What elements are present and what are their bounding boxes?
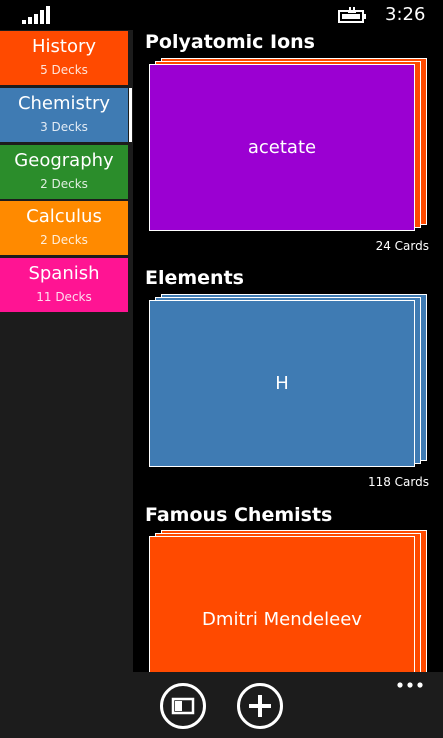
sidebar-item-count: 5 Decks — [40, 63, 88, 77]
card-count: 24 Cards — [375, 239, 429, 253]
sidebar-item-calculus[interactable]: Calculus 2 Decks — [0, 201, 128, 255]
selected-indicator — [129, 88, 132, 142]
sidebar-item-count: 2 Decks — [40, 233, 88, 247]
sidebar-item-label: History — [31, 36, 97, 57]
add-deck-button[interactable] — [237, 683, 283, 729]
sidebar-item-count: 3 Decks — [40, 120, 88, 134]
signal-bars-icon — [22, 6, 50, 24]
category-sidebar: History 5 Decks Chemistry 3 Decks Geogra… — [0, 30, 133, 672]
sidebar-item-history[interactable]: History 5 Decks — [0, 31, 128, 85]
sidebar-item-chemistry[interactable]: Chemistry 3 Decks — [0, 88, 132, 142]
sidebar-item-count: 2 Decks — [40, 177, 88, 191]
sidebar-item-label: Chemistry — [17, 93, 111, 114]
battery-charging-icon — [338, 7, 366, 23]
card-text: Dmitri Mendeleev — [202, 609, 362, 630]
deck-card-stack[interactable]: Dmitri Mendeleev — [149, 530, 427, 672]
deck-title: Famous Chemists — [145, 504, 333, 526]
card-front: acetate — [149, 64, 415, 231]
sidebar-item-spanish[interactable]: Spanish 11 Decks — [0, 258, 128, 312]
card-front: H — [149, 300, 415, 467]
sidebar-toggle-icon — [171, 697, 195, 715]
deck-card-stack[interactable]: H — [149, 294, 427, 467]
card-text: H — [275, 373, 289, 394]
card-count: 118 Cards — [367, 475, 429, 489]
sidebar-item-label: Calculus — [26, 206, 102, 227]
deck-title: Elements — [145, 267, 244, 289]
sidebar-item-count: 11 Decks — [36, 290, 92, 304]
status-bar: 3:26 — [0, 0, 443, 30]
phone-screen: 3:26 History 5 Decks Chemistry 3 Decks G… — [0, 0, 443, 738]
deck-list: Polyatomic Ions acetate 24 Cards Element… — [133, 30, 443, 672]
add-icon — [249, 695, 271, 717]
sidebar-item-label: Spanish — [28, 263, 100, 284]
sidebar-item-label: Geography — [14, 150, 114, 171]
card-text: acetate — [247, 137, 317, 158]
clock: 3:26 — [385, 4, 426, 25]
toggle-sidebar-button[interactable] — [160, 683, 206, 729]
sidebar-item-geography[interactable]: Geography 2 Decks — [0, 145, 128, 199]
deck-card-stack[interactable]: acetate — [149, 58, 427, 231]
app-bar — [0, 672, 443, 738]
deck-title: Polyatomic Ions — [145, 31, 315, 53]
more-icon[interactable] — [396, 680, 424, 690]
card-front: Dmitri Mendeleev — [149, 536, 415, 672]
